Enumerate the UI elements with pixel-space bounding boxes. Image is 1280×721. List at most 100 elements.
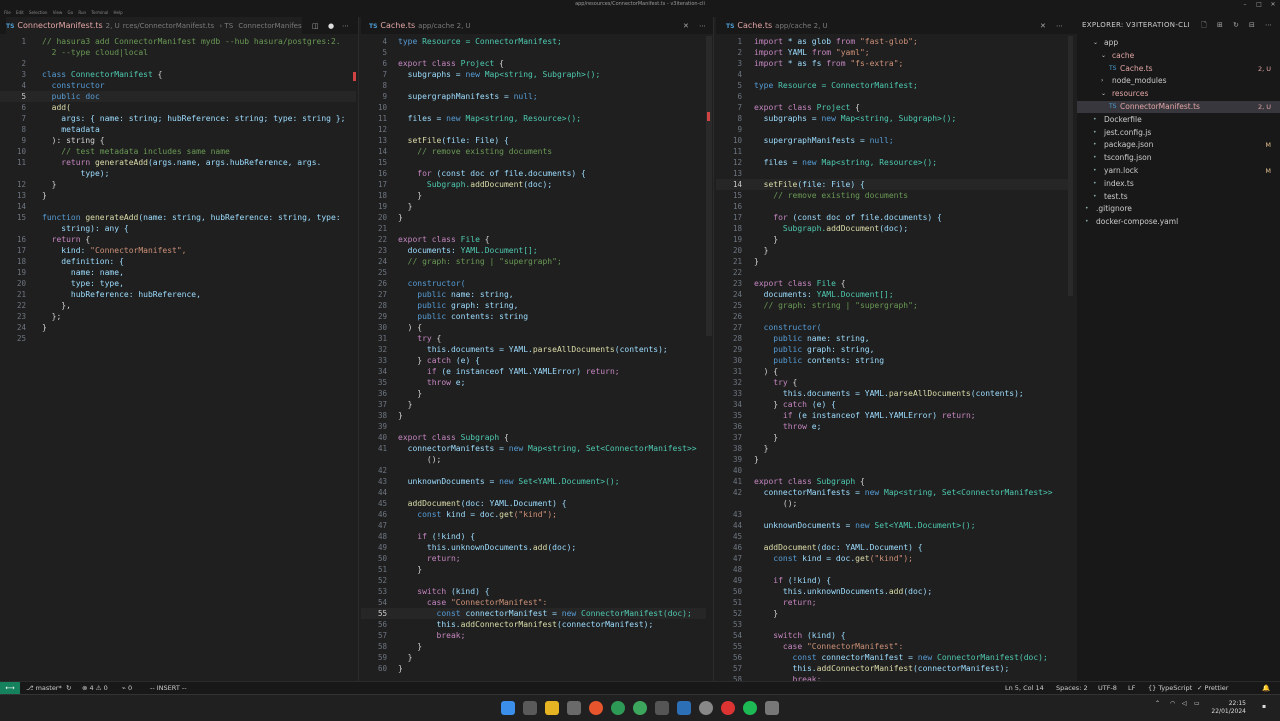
code-line[interactable]: 6 export class Project { [361, 58, 706, 69]
code-line[interactable]: 18 definition: { [0, 256, 356, 267]
code-line[interactable]: 11 [716, 146, 1068, 157]
volume-icon[interactable]: ◁ [1182, 700, 1187, 707]
code-line[interactable]: 24 // graph: string | "supergraph"; [361, 256, 706, 267]
menu-view[interactable]: View [53, 10, 63, 15]
tab-cache-right[interactable]: TS Cache.ts app/cache 2, U [726, 17, 846, 34]
code-line[interactable]: 24} [0, 322, 356, 333]
code-line[interactable]: 13 [716, 168, 1068, 179]
code-line[interactable]: 36 } [361, 388, 706, 399]
close-window-icon[interactable]: ✕ [1266, 0, 1280, 9]
code-line[interactable]: 50 this.unknownDocuments.add(doc); [716, 586, 1068, 597]
close-tab-icon[interactable]: ✕ [683, 22, 689, 30]
tree-item[interactable]: • test.ts [1077, 191, 1280, 203]
menu-go[interactable]: Go [68, 10, 74, 15]
code-line[interactable]: 14 // remove existing documents [361, 146, 706, 157]
settings-icon[interactable] [765, 701, 779, 715]
refresh-icon[interactable]: ↻ [1233, 21, 1239, 29]
code-line[interactable]: 31 ) { [716, 366, 1068, 377]
code-line[interactable]: 19 } [361, 201, 706, 212]
problems-count[interactable]: ⊗ 4 ⚠ 0 [82, 682, 108, 694]
menu-run[interactable]: Run [78, 10, 86, 15]
code-line[interactable]: 32 try { [716, 377, 1068, 388]
code-line[interactable]: 19 } [716, 234, 1068, 245]
ports-count[interactable]: ⌁ 0 [122, 682, 132, 694]
battery-icon[interactable]: ▭ [1194, 700, 1200, 707]
code-line[interactable]: 30 public contents: string [716, 355, 1068, 366]
code-line[interactable]: 26 [716, 311, 1068, 322]
firefox-icon[interactable] [589, 701, 603, 715]
code-line[interactable]: 38} [361, 410, 706, 421]
indentation[interactable]: Spaces: 2 [1056, 682, 1088, 694]
code-line[interactable]: 20 } [716, 245, 1068, 256]
menu-selection[interactable]: Selection [29, 10, 47, 15]
code-line[interactable]: 10 // test metadata includes same name [0, 146, 356, 157]
code-line[interactable]: 42 connectorManifests = new Map<string, … [716, 487, 1068, 498]
code-line[interactable]: 16 for (const doc of file.documents) { [361, 168, 706, 179]
code-line[interactable]: 20 type: type, [0, 278, 356, 289]
code-line[interactable]: 25 // graph: string | "supergraph"; [716, 300, 1068, 311]
tray-chevron-icon[interactable]: ⌃ [1155, 700, 1160, 707]
code-line[interactable]: 18 Subgraph.addDocument(doc); [716, 223, 1068, 234]
code-line[interactable]: 31 try { [361, 333, 706, 344]
code-line[interactable]: 12 } [0, 179, 356, 190]
tab-cache-middle[interactable]: TS Cache.ts app/cache 2, U [369, 17, 489, 34]
wifi-icon[interactable]: ◠ [1170, 700, 1175, 707]
code-line[interactable]: 25 [361, 267, 706, 278]
sync-icon[interactable]: ↻ [66, 682, 71, 694]
encoding[interactable]: UTF-8 [1098, 682, 1117, 694]
code-line[interactable]: 5 [361, 47, 706, 58]
tab-connector-manifest[interactable]: TS ConnectorManifest.ts 2, Urces/Connector… [6, 17, 302, 34]
tree-item[interactable]: ⌄ resources [1077, 88, 1280, 100]
new-file-icon[interactable]: 🗋 [1201, 21, 1207, 32]
file-explorer-icon[interactable] [545, 701, 559, 715]
code-line[interactable]: 41 connectorManifests = new Map<string, … [361, 443, 706, 454]
code-line[interactable]: string): any { [0, 223, 356, 234]
code-line[interactable]: 15 function generateAdd(name: string, hub… [0, 212, 356, 223]
end-of-line[interactable]: LF [1128, 682, 1135, 694]
code-line[interactable]: 17 for (const doc of file.documents) { [716, 212, 1068, 223]
code-line[interactable]: 18 } [361, 190, 706, 201]
code-line[interactable]: 38 } [716, 443, 1068, 454]
code-line[interactable]: 23 documents: YAML.Document[]; [361, 245, 706, 256]
code-line[interactable]: 37 } [361, 399, 706, 410]
code-line[interactable]: 58 } [361, 641, 706, 652]
scrollbar-middle[interactable] [706, 36, 712, 336]
code-line[interactable]: 46 addDocument(doc: YAML.Document) { [716, 542, 1068, 553]
code-line[interactable]: (); [716, 498, 1068, 509]
tree-item[interactable]: • .gitignore [1077, 203, 1280, 215]
code-line[interactable]: 29 public graph: string, [716, 344, 1068, 355]
code-line[interactable]: 21 hubReference: hubReference, [0, 289, 356, 300]
code-line[interactable]: 2 --type cloud|local [0, 47, 356, 58]
code-line[interactable]: 16 [716, 201, 1068, 212]
code-line[interactable]: 22 }, [0, 300, 356, 311]
tree-item[interactable]: ⌄ app [1077, 37, 1280, 49]
chrome-icon[interactable] [611, 701, 625, 715]
code-line[interactable]: 14 setFile(file: File) { [716, 179, 1068, 190]
code-line[interactable]: 5 public doc [0, 91, 356, 102]
code-line[interactable]: 10 [361, 102, 706, 113]
code-line[interactable]: 42 [361, 465, 706, 476]
code-line[interactable]: 17 Subgraph.addDocument(doc); [361, 179, 706, 190]
code-line[interactable]: (); [361, 454, 706, 465]
code-line[interactable]: 43 unknownDocuments = new Set<YAML.Docum… [361, 476, 706, 487]
code-line[interactable]: 51 return; [716, 597, 1068, 608]
code-line[interactable]: 17 kind: "ConnectorManifest", [0, 245, 356, 256]
code-line[interactable]: 4 constructor [0, 80, 356, 91]
code-line[interactable]: 15 [361, 157, 706, 168]
code-line[interactable]: 52 } [716, 608, 1068, 619]
code-line[interactable]: 45 [716, 531, 1068, 542]
code-line[interactable]: 27 public name: string, [361, 289, 706, 300]
code-line[interactable]: 7 subgraphs = new Map<string, Subgraph>(… [361, 69, 706, 80]
code-line[interactable]: 23 }; [0, 311, 356, 322]
code-line[interactable]: 4 [716, 69, 1068, 80]
code-line[interactable]: 21} [716, 256, 1068, 267]
code-line[interactable]: 37 } [716, 432, 1068, 443]
tree-item[interactable]: › node_modules [1077, 75, 1280, 87]
code-line[interactable]: 1 import * as glob from "fast-glob"; [716, 36, 1068, 47]
more-actions-icon[interactable]: ⋯ [342, 22, 349, 30]
prettier-status[interactable]: ✓ Prettier [1197, 682, 1228, 694]
code-line[interactable]: 11 files = new Map<string, Resource>(); [361, 113, 706, 124]
tree-item[interactable]: • index.ts [1077, 178, 1280, 190]
code-line[interactable]: 1 // hasura3 add ConnectorManifest mydb -… [0, 36, 356, 47]
code-line[interactable]: 58 break; [716, 674, 1068, 681]
